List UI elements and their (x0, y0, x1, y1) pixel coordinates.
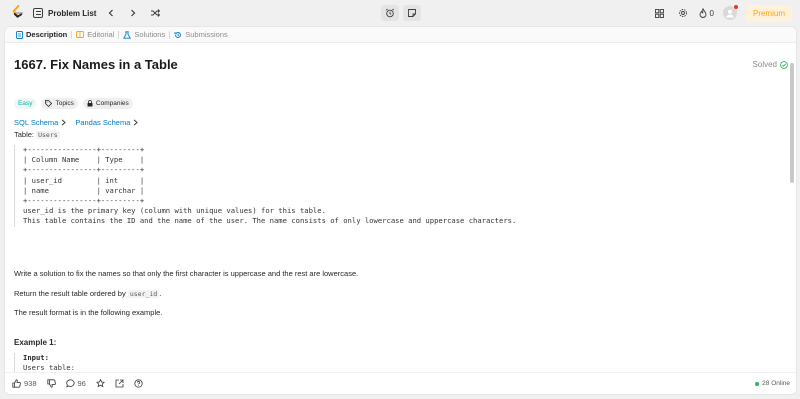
like-count: 938 (24, 379, 37, 388)
tag-row: Easy Topics Companies (14, 98, 133, 109)
list-icon (33, 8, 43, 18)
topics-label: Topics (55, 100, 74, 107)
description-panel: Description Editorial Solutions Submissi… (4, 26, 797, 395)
table-name-code: Users (36, 131, 60, 139)
schema-code-block: +----------------+---------+ | Column Na… (14, 145, 790, 227)
sql-schema-label: SQL Schema (14, 118, 59, 127)
question-circle-icon (134, 379, 143, 388)
solved-status: Solved (753, 60, 788, 69)
online-count: 28 Online (762, 380, 790, 387)
notes-button[interactable] (403, 5, 421, 21)
tab-editorial[interactable]: Editorial (72, 30, 118, 39)
streak-count: 0 (709, 8, 714, 18)
description-icon (16, 30, 23, 39)
avatar[interactable] (722, 5, 738, 20)
problem-content: 1667. Fix Names in a Table Solved Easy T… (14, 43, 790, 373)
sql-schema-link[interactable]: SQL Schema (14, 118, 67, 127)
tab-editorial-label: Editorial (87, 30, 115, 39)
star-icon (95, 379, 105, 388)
table-heading: Table: Users (14, 130, 60, 139)
lock-icon (87, 100, 93, 107)
streak-counter[interactable]: 0 (699, 8, 714, 18)
share-button[interactable] (115, 379, 124, 388)
bottom-action-bar: 938 96 28 Online (5, 372, 796, 394)
tab-solutions-label: Solutions (134, 30, 166, 39)
example-title: Example 1: (14, 338, 57, 347)
settings-button[interactable] (676, 6, 690, 20)
prev-problem-button[interactable] (104, 6, 118, 20)
order-column-code: user_id (127, 290, 160, 298)
tab-description-label: Description (26, 30, 68, 39)
chevron-right-icon (62, 119, 67, 126)
scrollbar-thumb[interactable] (790, 63, 794, 183)
dislike-button[interactable] (46, 379, 56, 388)
like-button[interactable]: 938 (12, 379, 37, 388)
tag-icon (45, 100, 53, 107)
timer-button[interactable] (381, 5, 399, 21)
pandas-schema-label: Pandas Schema (75, 118, 131, 127)
layout-button[interactable] (653, 6, 667, 20)
online-indicator: 28 Online (755, 380, 790, 387)
thumbs-down-icon (46, 379, 56, 388)
chevron-right-icon (134, 119, 139, 126)
chevron-right-icon (131, 9, 136, 17)
notification-dot (733, 5, 738, 9)
problem-description: Write a solution to fix the names so tha… (14, 269, 359, 278)
problem-list-button[interactable]: Problem List (33, 8, 96, 18)
share-icon (115, 379, 124, 388)
alarm-clock-icon (385, 8, 395, 18)
random-problem-button[interactable] (148, 6, 162, 20)
comments-button[interactable]: 96 (65, 379, 86, 388)
pandas-schema-link[interactable]: Pandas Schema (75, 118, 139, 127)
tab-submissions[interactable]: Submissions (170, 30, 232, 39)
title-row: 1667. Fix Names in a Table Solved (14, 57, 790, 72)
editorial-icon (76, 31, 85, 38)
solved-label: Solved (752, 60, 777, 69)
tab-description[interactable]: Description (12, 30, 71, 39)
premium-button[interactable]: Premium (745, 4, 792, 22)
comment-count: 96 (77, 379, 86, 388)
next-problem-button[interactable] (126, 6, 140, 20)
problem-list-label: Problem List (48, 8, 97, 18)
flame-icon (699, 8, 706, 18)
leetcode-logo-icon[interactable] (10, 5, 25, 20)
example-input-label: Input: (23, 353, 49, 362)
companies-label: Companies (95, 100, 129, 107)
online-status-dot (755, 381, 760, 386)
topics-tag[interactable]: Topics (41, 98, 78, 109)
difficulty-badge: Easy (14, 98, 37, 109)
tab-solutions[interactable]: Solutions (119, 30, 169, 39)
thumbs-up-icon (12, 379, 21, 388)
shuffle-icon (151, 9, 161, 17)
chevron-left-icon (109, 9, 114, 17)
schema-links: SQL Schema Pandas Schema (14, 118, 139, 127)
companies-tag[interactable]: Companies (82, 98, 133, 109)
top-navbar: Problem List 0 Premium (0, 0, 800, 26)
order-instruction: Return the result table ordered by user_… (14, 289, 161, 298)
problem-title[interactable]: 1667. Fix Names in a Table (14, 57, 178, 72)
layout-grid-icon (655, 8, 664, 18)
order-text-suffix: . (159, 289, 162, 298)
user-avatar-icon (726, 9, 734, 18)
example-block: Input: Users table: +---------+-------+ … (14, 353, 105, 373)
gear-icon (678, 9, 687, 17)
tab-submissions-label: Submissions (185, 30, 228, 39)
submissions-icon (174, 31, 182, 38)
note-icon (408, 9, 416, 17)
panel-tabs: Description Editorial Solutions Submissi… (5, 27, 796, 43)
comment-icon (65, 379, 75, 388)
format-note: The result format is in the following ex… (14, 308, 163, 317)
favorite-button[interactable] (95, 379, 105, 388)
table-label: Table: (14, 130, 35, 139)
order-text-prefix: Return the result table ordered by (14, 289, 126, 298)
check-circle-icon (780, 60, 788, 69)
help-button[interactable] (134, 379, 143, 388)
solutions-icon (123, 30, 132, 39)
